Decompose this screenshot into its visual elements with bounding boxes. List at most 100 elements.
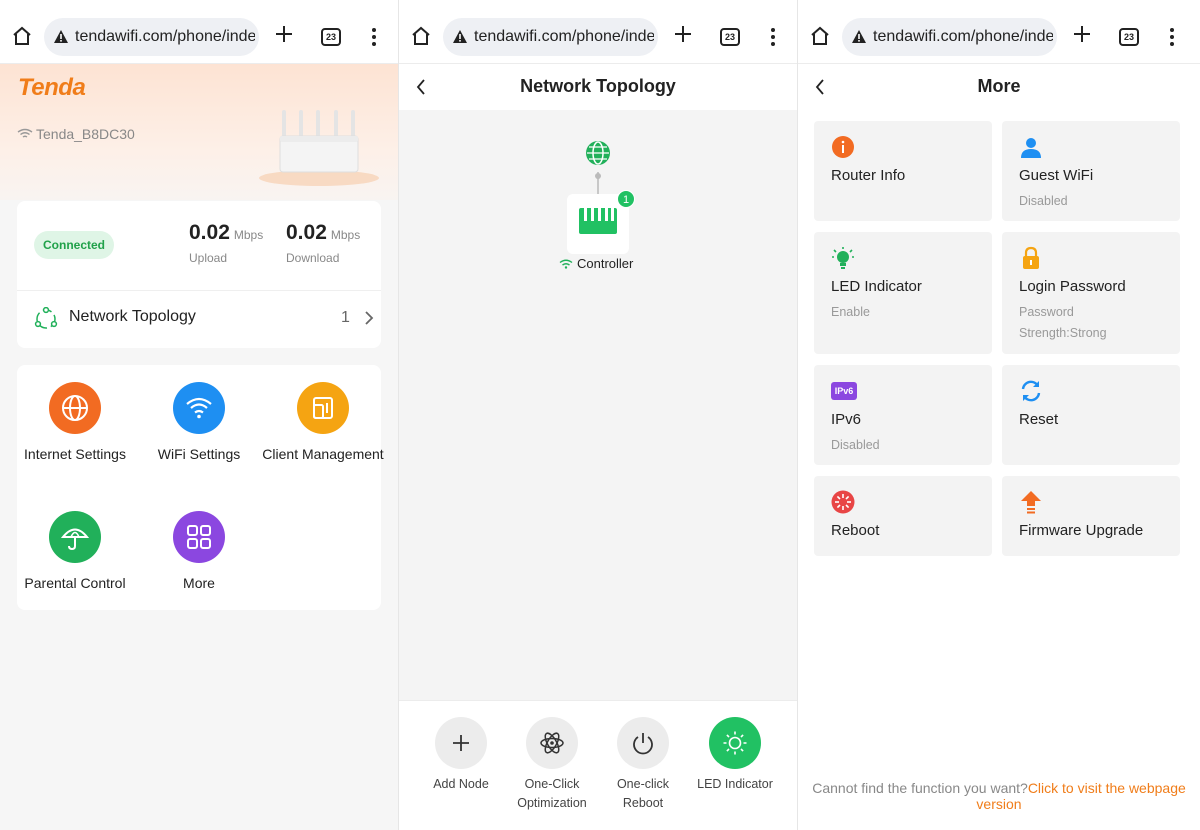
client-management-button[interactable]: Client Management <box>261 382 385 465</box>
upload-speed: 0.02 Mbps Upload <box>189 221 263 265</box>
new-tab-icon[interactable] <box>1072 24 1092 44</box>
internet-settings-button[interactable]: Internet Settings <box>13 382 137 465</box>
password-label: Password <box>1019 305 1074 319</box>
router-info-title: Router Info <box>831 167 906 184</box>
ipv6-status: Disabled <box>831 438 880 452</box>
page-title: Network Topology <box>520 76 676 96</box>
parental-control-button[interactable]: Parental Control <box>13 511 137 594</box>
one-click-reboot-button[interactable]: One-click Reboot <box>597 717 689 813</box>
umbrella-icon <box>49 511 101 563</box>
internet-globe-icon <box>586 141 610 165</box>
new-tab-icon[interactable] <box>673 24 693 44</box>
tab-count-button[interactable]: 23 <box>321 28 341 46</box>
ipv6-title: IPv6 <box>831 411 862 428</box>
network-topology-row[interactable]: Network Topology 1 <box>34 305 374 333</box>
topology-icon <box>34 307 58 329</box>
add-node-button[interactable]: Add Node <box>415 717 507 794</box>
login-password-tile[interactable]: Login Password Password Strength:Strong <box>1002 232 1180 354</box>
overflow-menu-icon[interactable] <box>771 28 777 46</box>
ipv6-tile[interactable]: IPv6 IPv6 Disabled <box>814 365 992 465</box>
guest-icon <box>1021 138 1041 158</box>
upload-label: Upload <box>189 251 228 265</box>
function-grid: Internet Settings WiFi Settings Client M… <box>17 365 384 610</box>
plus-icon <box>435 717 487 769</box>
node-count-badge: 1 <box>617 190 635 208</box>
new-tab-icon[interactable] <box>274 24 294 44</box>
tab-count-button[interactable]: 23 <box>1119 28 1139 46</box>
globe-icon <box>49 382 101 434</box>
sun-icon <box>709 717 761 769</box>
url-bar[interactable]: tendawifi.com/phone/inde: <box>44 18 259 56</box>
one-click-reboot-label: One-click Reboot <box>616 777 670 810</box>
overflow-menu-icon[interactable] <box>372 28 378 46</box>
home-icon[interactable] <box>411 26 431 46</box>
chevron-right-icon <box>365 311 374 325</box>
controller-label: Controller <box>577 256 634 271</box>
login-password-status: Password Strength:Strong <box>1019 302 1107 344</box>
footer-note: Cannot find the function you want?Click … <box>798 780 1200 812</box>
topology-canvas: 1 Controller <box>399 110 797 700</box>
footer-text: Cannot find the function you want? <box>812 780 1028 796</box>
home-screen: tendawifi.com/phone/inde: 23 Tenda Tenda… <box>0 0 398 830</box>
network-topology-label: Network Topology <box>69 308 196 325</box>
router-info-tile[interactable]: Router Info <box>814 121 992 221</box>
guest-wifi-tile[interactable]: Guest WiFi Disabled <box>1002 121 1180 221</box>
reboot-title: Reboot <box>831 522 880 539</box>
url-text: tendawifi.com/phone/inde: <box>75 28 255 45</box>
upload-unit: Mbps <box>233 228 264 242</box>
led-indicator-button[interactable]: LED Indicator <box>689 717 781 794</box>
atom-icon <box>526 717 578 769</box>
info-icon <box>832 136 854 158</box>
browser-toolbar: tendawifi.com/phone/inde: 23 <box>798 0 1200 64</box>
firmware-upgrade-tile[interactable]: Firmware Upgrade <box>1002 476 1180 556</box>
download-label: Download <box>286 251 340 265</box>
power-icon <box>617 717 669 769</box>
reset-tile[interactable]: Reset <box>1002 365 1180 465</box>
more-screen: tendawifi.com/phone/inde: 23 More Router… <box>798 0 1200 830</box>
url-bar[interactable]: tendawifi.com/phone/inde: <box>443 18 658 56</box>
tab-count-button[interactable]: 23 <box>720 28 740 46</box>
more-button[interactable]: More <box>137 511 261 594</box>
devices-icon <box>297 382 349 434</box>
reboot-icon <box>831 490 855 514</box>
guest-wifi-status: Disabled <box>1019 194 1068 208</box>
grid-icon <box>173 511 225 563</box>
wifi-small-icon <box>17 128 33 138</box>
led-indicator-label: LED Indicator <box>697 777 773 791</box>
one-click-optimization-label: One-Click Optimization <box>517 777 587 810</box>
led-indicator-tile[interactable]: LED Indicator Enable <box>814 232 992 354</box>
download-value: 0.02 <box>286 221 327 244</box>
home-icon[interactable] <box>12 26 32 46</box>
warning-icon <box>453 30 467 43</box>
action-bar: Add Node One-Click Optimization One-clic… <box>399 700 797 830</box>
ssid-row: Tenda_B8DC30 <box>17 126 135 142</box>
warning-icon <box>852 30 866 43</box>
wifi-settings-button[interactable]: WiFi Settings <box>137 382 261 465</box>
login-password-title: Login Password <box>1019 278 1126 295</box>
upload-value: 0.02 <box>189 221 230 244</box>
connection-status-badge: Connected <box>34 231 115 259</box>
url-text: tendawifi.com/phone/inde: <box>474 28 654 45</box>
parental-control-label: Parental Control <box>24 575 126 591</box>
wifi-small-icon <box>559 259 573 269</box>
more-label: More <box>183 575 215 591</box>
reset-icon <box>1021 380 1041 402</box>
warning-icon <box>54 30 68 43</box>
home-icon[interactable] <box>810 26 830 46</box>
ipv6-icon: IPv6 <box>831 382 857 400</box>
url-text: tendawifi.com/phone/inde: <box>873 28 1053 45</box>
firmware-upgrade-title: Firmware Upgrade <box>1019 522 1144 539</box>
client-management-label: Client Management <box>262 446 384 462</box>
router-image <box>259 110 379 186</box>
controller-label-row: Controller <box>559 256 633 271</box>
password-strength: Strength:Strong <box>1019 326 1107 340</box>
wifi-settings-label: WiFi Settings <box>157 446 241 462</box>
page-header: Network Topology <box>399 64 797 110</box>
card-divider <box>17 290 381 291</box>
ssid-label: Tenda_B8DC30 <box>36 126 135 142</box>
overflow-menu-icon[interactable] <box>1170 28 1176 46</box>
one-click-optimization-button[interactable]: One-Click Optimization <box>506 717 598 813</box>
url-bar[interactable]: tendawifi.com/phone/inde: <box>842 18 1057 56</box>
reboot-tile[interactable]: Reboot <box>814 476 992 556</box>
network-topology-count: 1 <box>341 309 350 326</box>
